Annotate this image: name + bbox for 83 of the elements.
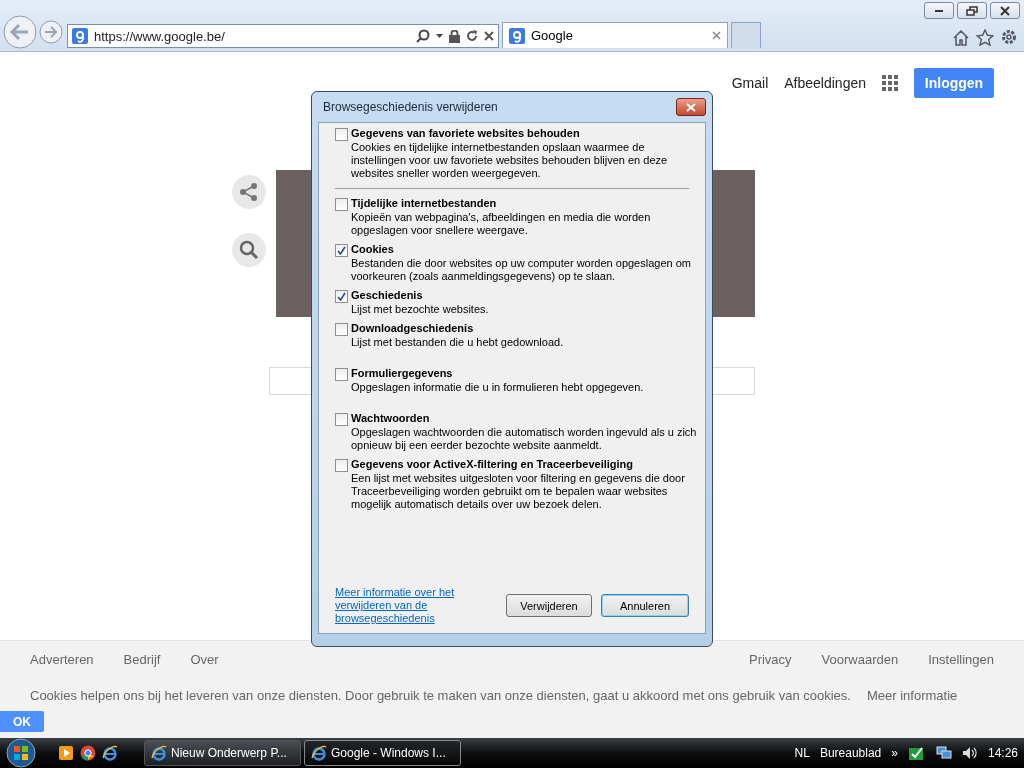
address-text: https://www.google.be/ <box>94 28 226 44</box>
header-link[interactable]: Gmail <box>731 75 769 91</box>
taskbar-button-label: Nieuw Onderwerp P... <box>171 746 287 760</box>
option-description: Cookies en tijdelijke internetbestanden opslaan waarmee de instellingen voor uw favoriete websites behouden blijven en deze websites sneller worden weergegeven. <box>351 141 669 180</box>
footer-link[interactable]: Privacy <box>748 652 792 676</box>
restore-button[interactable] <box>957 2 987 19</box>
footer-link[interactable]: Adverteren <box>30 652 94 676</box>
footer-link[interactable]: Over <box>190 652 219 676</box>
option-description: Bestanden die door websites op uw computer worden opgeslagen om voorkeuren (zoals aanmeldingsgegevens) op te slaan. <box>351 257 692 283</box>
option-description: Opgeslagen wachtwoorden die automatisch worden ingevuld als u zich opnieuw bij een eerder bezochte website aanmeldt. <box>351 426 698 452</box>
close-icon <box>686 102 696 112</box>
dialog-button[interactable]: Verwijderen <box>506 594 592 617</box>
desktop-toolbar-label[interactable]: Bureaublad <box>819 746 882 760</box>
browser-tab[interactable]: Google <box>502 22 728 48</box>
dialog-title: Browsegeschiedenis verwijderen <box>323 100 499 114</box>
option-label[interactable]: Downloadgeschiedenis <box>351 322 564 334</box>
network-icon[interactable] <box>935 745 952 761</box>
option-label[interactable]: Gegevens van favoriete websites behouden <box>351 127 701 139</box>
cookie-notice: Cookies helpen ons bij het leveren van onze diensten. Door gebruik te maken van onze diensten, gaat u akkoord met ons gebruik van cookies. <box>30 688 851 703</box>
check-tray-icon[interactable] <box>907 745 926 761</box>
checkbox[interactable] <box>335 244 348 257</box>
site-favicon-icon <box>509 27 525 44</box>
option-label[interactable]: Tijdelijke internetbestanden <box>351 197 701 209</box>
lock-icon <box>449 29 460 43</box>
close-icon[interactable] <box>712 31 721 40</box>
dialog-button[interactable]: Annuleren <box>601 594 689 617</box>
volume-icon[interactable] <box>961 745 978 761</box>
header-link[interactable]: Afbeeldingen <box>784 75 866 91</box>
option-description: Kopieën van webpagina's, afbeeldingen en media die worden opgeslagen voor snellere weergave. <box>351 211 652 237</box>
internet-explorer-icon[interactable] <box>102 745 118 761</box>
taskbar-button[interactable]: Google - Windows I... <box>304 740 461 766</box>
media-player-icon[interactable] <box>58 745 74 761</box>
internet-explorer-icon <box>151 745 167 761</box>
refresh-icon[interactable] <box>466 30 478 42</box>
search-icon[interactable] <box>232 233 266 267</box>
option-label[interactable]: Geschiedenis <box>351 289 489 301</box>
option-label[interactable]: Formuliergegevens <box>351 367 644 379</box>
checkbox[interactable] <box>335 128 348 141</box>
option-label[interactable]: Cookies <box>351 243 701 255</box>
minimize-icon <box>935 9 943 12</box>
checkmark-icon <box>337 246 346 255</box>
more-info-link[interactable]: Meer informatie over het verwijderen van de browsegeschiedenis <box>335 586 475 625</box>
taskbar-button-label: Google - Windows I... <box>331 746 446 760</box>
checkbox[interactable] <box>335 459 348 472</box>
stop-icon[interactable] <box>484 31 494 41</box>
minimize-button[interactable] <box>924 2 954 19</box>
internet-explorer-icon <box>311 745 327 761</box>
footer-link[interactable]: Voorwaarden <box>821 652 899 676</box>
option-description: Opgeslagen informatie die u in formulieren hebt opgegeven. <box>351 381 644 394</box>
taskbar-button[interactable]: Nieuw Onderwerp P... <box>144 740 301 766</box>
sign-in-button[interactable]: Inloggen <box>914 68 994 98</box>
checkbox[interactable] <box>335 413 348 426</box>
option-description: Lijst met bezochte websites. <box>351 303 489 316</box>
close-button[interactable] <box>676 98 706 116</box>
apps-grid-icon[interactable] <box>882 75 898 91</box>
option-description: Lijst met bestanden die u hebt gedownload. <box>351 336 564 349</box>
option-label[interactable]: Gegevens voor ActiveX-filtering en Traceerbeveiliging <box>351 458 701 470</box>
checkbox[interactable] <box>335 368 348 381</box>
chrome-icon[interactable] <box>80 745 96 761</box>
address-bar[interactable]: https://www.google.be/ <box>67 24 499 48</box>
search-icon[interactable] <box>416 29 430 43</box>
home-icon[interactable] <box>952 28 970 46</box>
language-indicator[interactable]: NL <box>794 746 810 760</box>
option-description: Een lijst met websites uitgesloten voor filtering en gegevens die door Traceerbeveiliging worden gebruikt om te bepalen waar websites mogelijk automatisch details over uw bezoek delen. <box>351 472 686 511</box>
checkbox[interactable] <box>335 198 348 211</box>
close-icon <box>999 5 1011 16</box>
clock[interactable]: 14:26 <box>987 746 1018 760</box>
close-button[interactable] <box>990 2 1020 19</box>
checkmark-icon <box>337 292 346 301</box>
more-info-link[interactable]: Meer informatie <box>866 688 958 703</box>
restore-icon <box>966 5 978 16</box>
star-icon[interactable] <box>976 28 994 46</box>
tab-title: Google <box>531 28 574 43</box>
site-favicon-icon <box>72 28 88 44</box>
footer-link[interactable]: Instellingen <box>928 652 994 676</box>
toolbar-expand-chevron[interactable]: » <box>891 746 898 760</box>
checkbox[interactable] <box>335 290 348 303</box>
dropdown-caret-icon[interactable] <box>436 34 443 38</box>
share-icon[interactable] <box>232 175 266 209</box>
checkbox[interactable] <box>335 323 348 336</box>
settings-icon[interactable] <box>1000 28 1018 46</box>
footer-link[interactable]: Bedrijf <box>123 652 161 676</box>
option-label[interactable]: Wachtwoorden <box>351 412 701 424</box>
